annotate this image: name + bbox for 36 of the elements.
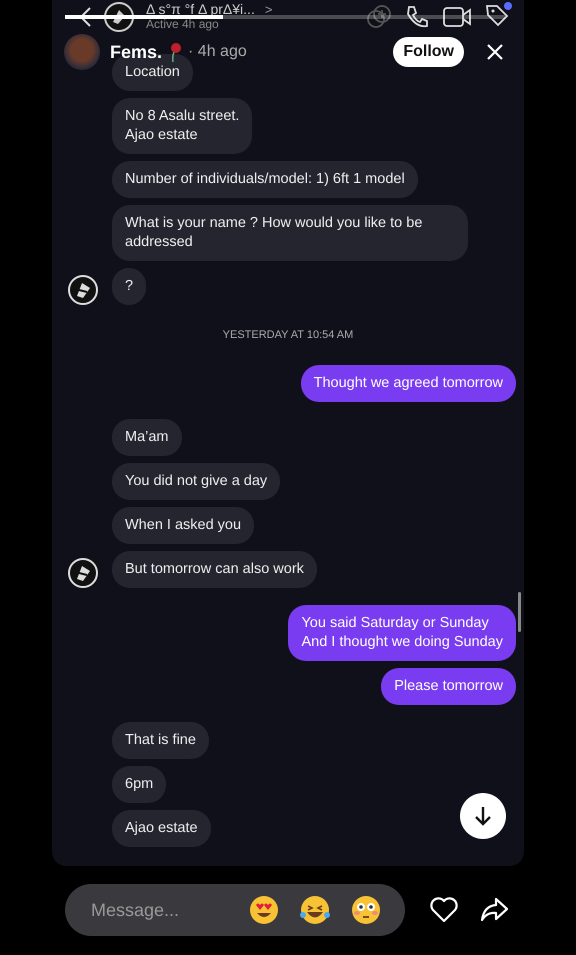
rose-icon: [168, 41, 182, 63]
timestamp: YESTERDAY AT 10:54 AM: [222, 329, 354, 341]
sent-message[interactable]: Thought we agreed tomorrow: [300, 365, 516, 402]
phone-icon[interactable]: [404, 4, 430, 30]
add-people-icon[interactable]: [366, 4, 392, 30]
received-message[interactable]: You did not give a day: [112, 463, 280, 500]
heart-icon[interactable]: [429, 896, 459, 924]
received-message[interactable]: When I asked you: [112, 507, 254, 544]
received-message[interactable]: Ajao estate: [112, 810, 211, 847]
scroll-down-button[interactable]: [460, 793, 506, 839]
sent-message[interactable]: You said Saturday or Sunday And I thought we doing Sunday: [288, 605, 516, 661]
received-message[interactable]: That is fine: [112, 722, 209, 759]
received-message[interactable]: Ma’am: [112, 419, 182, 456]
sender-avatar-icon[interactable]: [68, 558, 98, 588]
active-status: Active 4h ago: [146, 17, 220, 32]
arrow-down-icon: [473, 805, 493, 827]
chat-title[interactable]: Δ s°π °f Δ prΔ¥i...: [146, 2, 255, 17]
close-icon[interactable]: [486, 43, 504, 61]
received-message[interactable]: No 8 Asalu street. Ajao estate: [112, 98, 252, 154]
scrollbar[interactable]: [518, 592, 521, 632]
received-message[interactable]: But tomorrow can also work: [112, 551, 317, 588]
received-message[interactable]: What is your name ? How would you like to be addressed: [112, 205, 468, 261]
received-message[interactable]: Number of individuals/model: 1) 6ft 1 model: [112, 161, 418, 198]
received-message[interactable]: 6pm: [112, 766, 166, 803]
sent-message[interactable]: Please tomorrow: [381, 668, 516, 705]
flushed-emoji-icon[interactable]: [351, 895, 381, 925]
share-icon[interactable]: [479, 896, 509, 924]
video-call-icon[interactable]: [442, 5, 472, 29]
heart-eyes-emoji-icon[interactable]: [249, 895, 279, 925]
chevron-text: >: [264, 2, 272, 17]
video-progress-bar[interactable]: [65, 15, 505, 19]
sender-avatar-icon[interactable]: [68, 275, 98, 305]
received-message[interactable]: ?: [112, 268, 146, 305]
follow-button[interactable]: Follow: [393, 37, 464, 67]
message-field[interactable]: Message...: [89, 898, 229, 922]
laughing-emoji-icon[interactable]: [299, 895, 331, 925]
